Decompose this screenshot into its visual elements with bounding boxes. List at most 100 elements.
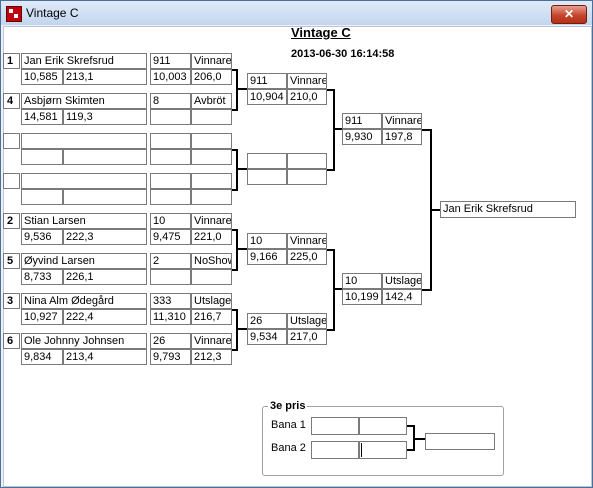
third-place-title: 3e pris bbox=[268, 400, 308, 412]
car-number[interactable] bbox=[247, 153, 287, 169]
reaction-time[interactable]: 9,793 bbox=[150, 349, 191, 365]
speed-value[interactable] bbox=[191, 189, 232, 205]
title-bar[interactable]: Vintage C ✕ bbox=[1, 1, 592, 25]
speed-value[interactable]: 213,4 bbox=[63, 349, 147, 365]
speed-value[interactable]: 222,4 bbox=[63, 309, 147, 325]
speed-value[interactable] bbox=[63, 189, 147, 205]
race-result[interactable]: Vinnare bbox=[382, 113, 422, 129]
driver-name[interactable] bbox=[21, 133, 147, 149]
reaction-time[interactable]: 10,003 bbox=[150, 69, 191, 85]
speed-value[interactable]: 216,7 bbox=[191, 309, 232, 325]
reaction-time[interactable] bbox=[150, 149, 191, 165]
car-number[interactable]: 911 bbox=[150, 53, 191, 69]
car-number[interactable]: 10 bbox=[342, 273, 382, 289]
driver-name[interactable]: Nina Alm Ødegård bbox=[21, 293, 147, 309]
race-result[interactable]: Utslager bbox=[191, 293, 232, 309]
speed-value[interactable]: 222,3 bbox=[63, 229, 147, 245]
speed-value[interactable]: 197,8 bbox=[382, 129, 422, 145]
speed-value[interactable] bbox=[287, 169, 327, 185]
winner-field[interactable]: Jan Erik Skrefsrud bbox=[440, 201, 576, 218]
reaction-time[interactable]: 9,534 bbox=[247, 329, 287, 345]
speed-value[interactable]: 225,0 bbox=[287, 249, 327, 265]
car-number[interactable]: 10 bbox=[247, 233, 287, 249]
race-result[interactable]: Vinnare bbox=[191, 53, 232, 69]
connector-line bbox=[430, 209, 440, 211]
race-result[interactable] bbox=[287, 153, 327, 169]
reaction-time[interactable]: 10,904 bbox=[247, 89, 287, 105]
seed-cell bbox=[3, 173, 20, 189]
speed-value[interactable]: 206,0 bbox=[191, 69, 232, 85]
seed-cell: 5 bbox=[3, 253, 20, 269]
speed-value[interactable]: 217,0 bbox=[287, 329, 327, 345]
speed-value[interactable]: 213,1 bbox=[63, 69, 147, 85]
reaction-time[interactable]: 9,166 bbox=[247, 249, 287, 265]
close-icon: ✕ bbox=[563, 7, 575, 21]
car-number[interactable] bbox=[150, 173, 191, 189]
reaction-time[interactable]: 11,310 bbox=[150, 309, 191, 325]
driver-name[interactable]: Stian Larsen bbox=[21, 213, 147, 229]
race-result[interactable]: Avbröt bbox=[191, 93, 232, 109]
car-number[interactable]: 10 bbox=[150, 213, 191, 229]
seed-cell: 4 bbox=[3, 93, 20, 109]
race-result[interactable]: Vinnare bbox=[287, 73, 327, 89]
car-number[interactable]: 2 bbox=[150, 253, 191, 269]
reaction-time[interactable]: 8,733 bbox=[21, 269, 63, 285]
car-number[interactable]: 26 bbox=[247, 313, 287, 329]
reaction-time[interactable]: 9,536 bbox=[21, 229, 63, 245]
reaction-time[interactable]: 9,930 bbox=[342, 129, 382, 145]
connector-line bbox=[236, 69, 238, 111]
speed-value[interactable]: 119,3 bbox=[63, 109, 147, 125]
race-result[interactable]: Utslager bbox=[287, 313, 327, 329]
third-place-lane2-a[interactable] bbox=[311, 441, 359, 459]
race-result[interactable]: Vinnare bbox=[287, 233, 327, 249]
driver-name[interactable]: Øyvind Larsen bbox=[21, 253, 147, 269]
reaction-time[interactable]: 10,927 bbox=[21, 309, 63, 325]
seed-cell: 1 bbox=[3, 53, 20, 69]
connector-line bbox=[236, 168, 247, 170]
car-number[interactable]: 911 bbox=[247, 73, 287, 89]
speed-value[interactable]: 142,4 bbox=[382, 289, 422, 305]
reaction-time[interactable] bbox=[247, 169, 287, 185]
speed-value[interactable] bbox=[191, 149, 232, 165]
speed-value[interactable]: 210,0 bbox=[287, 89, 327, 105]
race-result[interactable]: Vinnare bbox=[191, 213, 232, 229]
car-number[interactable] bbox=[150, 133, 191, 149]
reaction-time[interactable] bbox=[21, 189, 63, 205]
connector-line bbox=[236, 88, 247, 90]
driver-name[interactable]: Asbjørn Skimten bbox=[21, 93, 147, 109]
speed-value[interactable]: 212,3 bbox=[191, 349, 232, 365]
race-result[interactable]: Utslager bbox=[382, 273, 422, 289]
car-number[interactable]: 8 bbox=[150, 93, 191, 109]
speed-value[interactable] bbox=[63, 149, 147, 165]
speed-value[interactable]: 226,1 bbox=[63, 269, 147, 285]
race-result[interactable]: NoShow bbox=[191, 253, 232, 269]
reaction-time[interactable] bbox=[150, 109, 191, 125]
reaction-time[interactable]: 14,581 bbox=[21, 109, 63, 125]
reaction-time[interactable]: 10,585 bbox=[21, 69, 63, 85]
reaction-time[interactable] bbox=[150, 269, 191, 285]
reaction-time[interactable] bbox=[150, 189, 191, 205]
reaction-time[interactable]: 10,199 bbox=[342, 289, 382, 305]
seed-cell: 2 bbox=[3, 213, 20, 229]
race-result[interactable] bbox=[191, 133, 232, 149]
reaction-time[interactable] bbox=[21, 149, 63, 165]
car-number[interactable]: 911 bbox=[342, 113, 382, 129]
driver-name[interactable] bbox=[21, 173, 147, 189]
speed-value[interactable] bbox=[191, 269, 232, 285]
car-number[interactable]: 26 bbox=[150, 333, 191, 349]
driver-name[interactable]: Ole Johnny Johnsen bbox=[21, 333, 147, 349]
connector-line bbox=[236, 149, 238, 191]
speed-value[interactable]: 221,0 bbox=[191, 229, 232, 245]
reaction-time[interactable]: 9,834 bbox=[21, 349, 63, 365]
race-result[interactable] bbox=[191, 173, 232, 189]
third-place-lane1-b[interactable] bbox=[359, 417, 407, 435]
third-place-lane1-a[interactable] bbox=[311, 417, 359, 435]
third-place-lane2-b[interactable] bbox=[359, 441, 407, 459]
car-number[interactable]: 333 bbox=[150, 293, 191, 309]
third-place-result[interactable] bbox=[425, 433, 495, 450]
driver-name[interactable]: Jan Erik Skrefsrud bbox=[21, 53, 147, 69]
reaction-time[interactable]: 9,475 bbox=[150, 229, 191, 245]
speed-value[interactable] bbox=[191, 109, 232, 125]
race-result[interactable]: Vinnare bbox=[191, 333, 232, 349]
close-button[interactable]: ✕ bbox=[551, 5, 587, 24]
